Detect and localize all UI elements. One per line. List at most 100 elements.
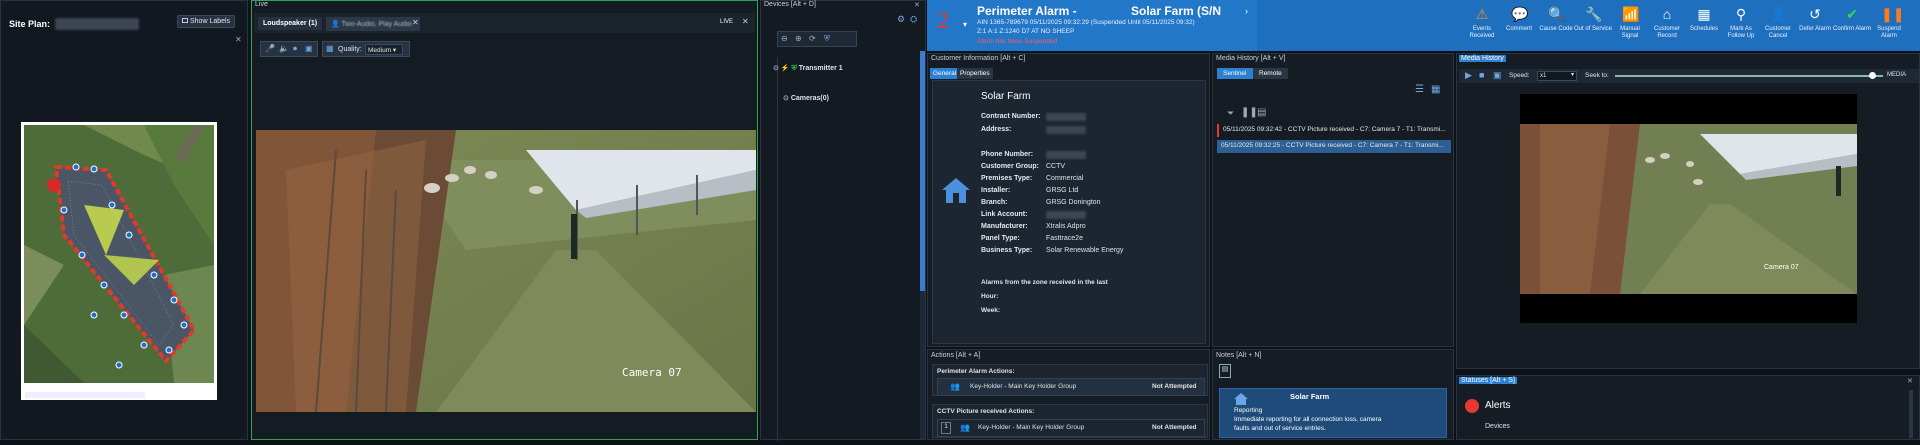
- toolbar-button[interactable]: ⚠ Events Received: [1463, 4, 1501, 50]
- site-plan-title: Site Plan:: [9, 19, 51, 29]
- alarm-dropdown-icon[interactable]: ▾: [963, 20, 967, 29]
- toolbar-button[interactable]: ⌂ Customer Record: [1648, 4, 1686, 50]
- tab-close-icon[interactable]: ✕: [412, 18, 419, 27]
- seek-handle[interactable]: [1869, 72, 1876, 79]
- record-icon[interactable]: ⏺: [293, 44, 297, 54]
- devices-filter-icon[interactable]: ⚙: [897, 14, 905, 25]
- customer-field-key: Panel Type:: [981, 235, 1020, 242]
- action-row[interactable]: 👥 Key-Holder - Main Key Holder Group Not…: [937, 378, 1205, 396]
- refresh-icon[interactable]: ⟳: [809, 34, 816, 43]
- toolbar-button[interactable]: 🔍 Cause Code: [1537, 4, 1575, 50]
- week-label: Week:: [981, 307, 1001, 314]
- action-row[interactable]: 1 👥 Key-Holder - Main Key Holder Group N…: [937, 419, 1205, 437]
- customer-field-value: Fasttrace2e: [1046, 235, 1083, 242]
- customer-field-value: Commercial: [1046, 175, 1084, 182]
- note-line1: Reporting: [1234, 407, 1263, 414]
- note-home-icon: [1234, 393, 1248, 405]
- statuses-close-icon[interactable]: ✕: [1907, 377, 1913, 385]
- close-icon[interactable]: ✕: [235, 35, 242, 44]
- devices-close-icon[interactable]: ✕: [914, 1, 920, 9]
- devices-status-label[interactable]: Devices: [1485, 423, 1510, 430]
- live-close-icon[interactable]: ✕: [742, 17, 749, 26]
- customer-name: Solar Farm: [981, 91, 1031, 102]
- user-group-icon: 👥: [960, 423, 970, 432]
- tab-general[interactable]: General: [930, 68, 960, 79]
- quality-select[interactable]: Medium ▾: [365, 44, 403, 55]
- shield-icon[interactable]: ⛨: [824, 34, 830, 44]
- player-video[interactable]: Camera 07: [1520, 94, 1857, 323]
- alarms-zone-label: Alarms from the zone received in the las…: [981, 279, 1108, 286]
- site-map-image: [24, 125, 214, 383]
- list-view-icon[interactable]: ☰: [1415, 84, 1424, 95]
- volume-icon[interactable]: 🔈: [279, 44, 289, 53]
- action-number: 1: [941, 422, 951, 434]
- seek-slider[interactable]: [1615, 75, 1883, 77]
- toolbar-button[interactable]: ▦ Schedules: [1685, 4, 1723, 50]
- tab-loudspeaker[interactable]: Loudspeaker (1): [258, 17, 323, 30]
- speaker-icon: 👤: [331, 21, 340, 28]
- tab-properties[interactable]: Properties: [957, 68, 993, 79]
- actions-header: Actions [Alt + A]: [931, 352, 981, 359]
- toolbar-button[interactable]: ❚❚ Suspend Alarm: [1870, 4, 1908, 50]
- devices-header: Devices [Alt + D]: [764, 1, 816, 8]
- microphone-icon[interactable]: 🎤: [265, 44, 275, 53]
- actions-group-2-title: CCTV Picture received Actions:: [937, 408, 1035, 415]
- speed-dropdown-icon[interactable]: ▾: [1571, 71, 1574, 78]
- toolbar-button[interactable]: ✔ Confirm Alarm: [1833, 4, 1871, 50]
- media-icon: ▣: [1493, 70, 1502, 80]
- toolbar-button[interactable]: 👤 Customer Cancel: [1759, 4, 1797, 50]
- customer-field-value: Xtralis Adpro: [1046, 223, 1086, 230]
- collapse-icon[interactable]: ⊙: [783, 95, 789, 102]
- toolbar-button-label: Suspend Alarm: [1877, 26, 1901, 39]
- alarm-next-icon[interactable]: ›: [1245, 6, 1248, 16]
- note-line3: faults and out of service entries.: [1234, 425, 1326, 432]
- grid-view-icon[interactable]: ▦: [1431, 84, 1440, 95]
- devices-scrollbar-thumb[interactable]: [920, 51, 925, 291]
- toolbar-button-label: Comment: [1505, 26, 1532, 32]
- play-icon[interactable]: ▶: [1465, 70, 1472, 81]
- actions-group-1-title: Perimeter Alarm Actions:: [937, 368, 1015, 375]
- devices-settings-icon[interactable]: ⛭: [910, 14, 917, 25]
- seek-label: Seek to:: [1585, 72, 1609, 79]
- pause-icon[interactable]: ❚❚: [1241, 107, 1258, 118]
- show-labels-button[interactable]: Show Labels: [177, 15, 236, 28]
- notes-panel: Notes [Alt + N] ▤ Solar Farm Reporting I…: [1212, 349, 1454, 440]
- add-note-icon[interactable]: ▤: [1219, 364, 1231, 378]
- cameras-group[interactable]: ⊙ Cameras(0): [783, 94, 829, 102]
- toolbar-button[interactable]: 🔧 Out of Service: [1574, 4, 1612, 50]
- toolbar-button[interactable]: 📶 Manual Signal: [1611, 4, 1649, 50]
- toolbar-button[interactable]: ⚲ Mark As Follow Up: [1722, 4, 1760, 50]
- filter-icon[interactable]: ⏷: [1227, 108, 1234, 119]
- expand-icon[interactable]: ⊙: [773, 65, 779, 72]
- zoom-in-icon[interactable]: ⊕: [795, 34, 802, 43]
- tab-sentinel[interactable]: Sentinel: [1217, 68, 1253, 79]
- customer-info-header: Customer Information [Alt + C]: [931, 55, 1026, 62]
- actions-panel: Actions [Alt + A] Perimeter Alarm Action…: [927, 349, 1210, 440]
- action-label: Key-Holder - Main Key Holder Group: [970, 383, 1077, 390]
- snapshot-icon[interactable]: ▣: [305, 44, 313, 53]
- action-label: Key-Holder - Main Key Holder Group: [978, 424, 1085, 431]
- zoom-out-icon[interactable]: ⊖: [781, 34, 788, 43]
- audio-controls-group[interactable]: 🎤 🔈 ⏺ ▣: [260, 41, 318, 57]
- quality-icon: ▦: [326, 44, 334, 53]
- toolbar-button[interactable]: ↺ Defer Alarm: [1796, 4, 1834, 50]
- customer-field-value: Solar Renewable Energy: [1046, 247, 1124, 254]
- media-history-row[interactable]: 05/11/2025 09:32:42 - CCTV Picture recei…: [1217, 124, 1451, 137]
- customer-field-key: Business Type:: [981, 247, 1033, 254]
- action-status: Not Attempted: [1152, 383, 1197, 390]
- transmitter-row[interactable]: ⊙ ⚡ ⛨ Transmitter 1: [773, 64, 843, 73]
- alerts-label[interactable]: Alerts: [1485, 400, 1511, 411]
- tab-remote[interactable]: Remote: [1253, 68, 1288, 79]
- media-history-row-selected[interactable]: 05/11/2025 09:32:25 - CCTV Picture recei…: [1217, 140, 1451, 153]
- map-footer: [25, 392, 145, 398]
- media-list-icon[interactable]: ▤: [1257, 107, 1266, 118]
- tab-two-audio[interactable]: 👤 Two-Audio, Play Audio: [326, 17, 420, 31]
- alerts-icon: [1465, 399, 1479, 413]
- live-video[interactable]: Camera 07: [256, 130, 756, 412]
- toolbar-button[interactable]: 💬 Comment: [1500, 4, 1538, 50]
- site-plan-map[interactable]: [21, 122, 217, 400]
- statuses-scrollbar[interactable]: [1909, 390, 1913, 438]
- customer-record-icon: ⌂: [1662, 6, 1672, 22]
- comment-icon: 💬: [1511, 6, 1529, 22]
- stop-icon[interactable]: ■: [1479, 70, 1484, 80]
